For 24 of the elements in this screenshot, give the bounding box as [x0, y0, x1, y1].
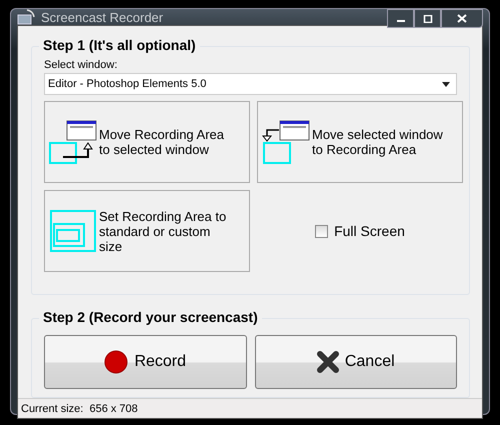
- action-button[interactable]: Move Recording Area to selected window: [44, 101, 250, 183]
- group-title: Step 1 (It's all optional): [39, 37, 200, 53]
- maximize-icon: [422, 14, 432, 22]
- close-button[interactable]: [441, 9, 483, 28]
- action-button[interactable]: Set Recording Area to standard or custom size: [44, 190, 250, 272]
- record-button[interactable]: Record: [44, 335, 246, 389]
- close-icon: [316, 351, 339, 373]
- record-icon: [104, 350, 128, 374]
- resize-area-icon: [49, 209, 97, 253]
- group-title: Step 2 (Record your screencast): [39, 309, 262, 325]
- window-title: Screencast Recorder: [41, 10, 164, 24]
- close-icon: [457, 14, 467, 23]
- maximize-button[interactable]: [414, 9, 441, 28]
- dropdown-arrow-icon: [442, 82, 450, 86]
- action-button[interactable]: Move selected window to Recording Area: [257, 101, 463, 183]
- cancel-button[interactable]: Cancel: [254, 335, 457, 389]
- full-screen-checkbox[interactable]: Full Screen: [257, 190, 463, 272]
- status-text: Current size: 656 x 708: [21, 402, 138, 414]
- app-icon: [17, 9, 35, 25]
- select-label: Select window:: [44, 59, 118, 71]
- move-window-icon: [262, 120, 310, 164]
- minimize-button[interactable]: [387, 9, 414, 28]
- window-dropdown[interactable]: Editor - Photoshop Elements 5.0: [44, 73, 457, 95]
- move-area-icon: [49, 120, 97, 164]
